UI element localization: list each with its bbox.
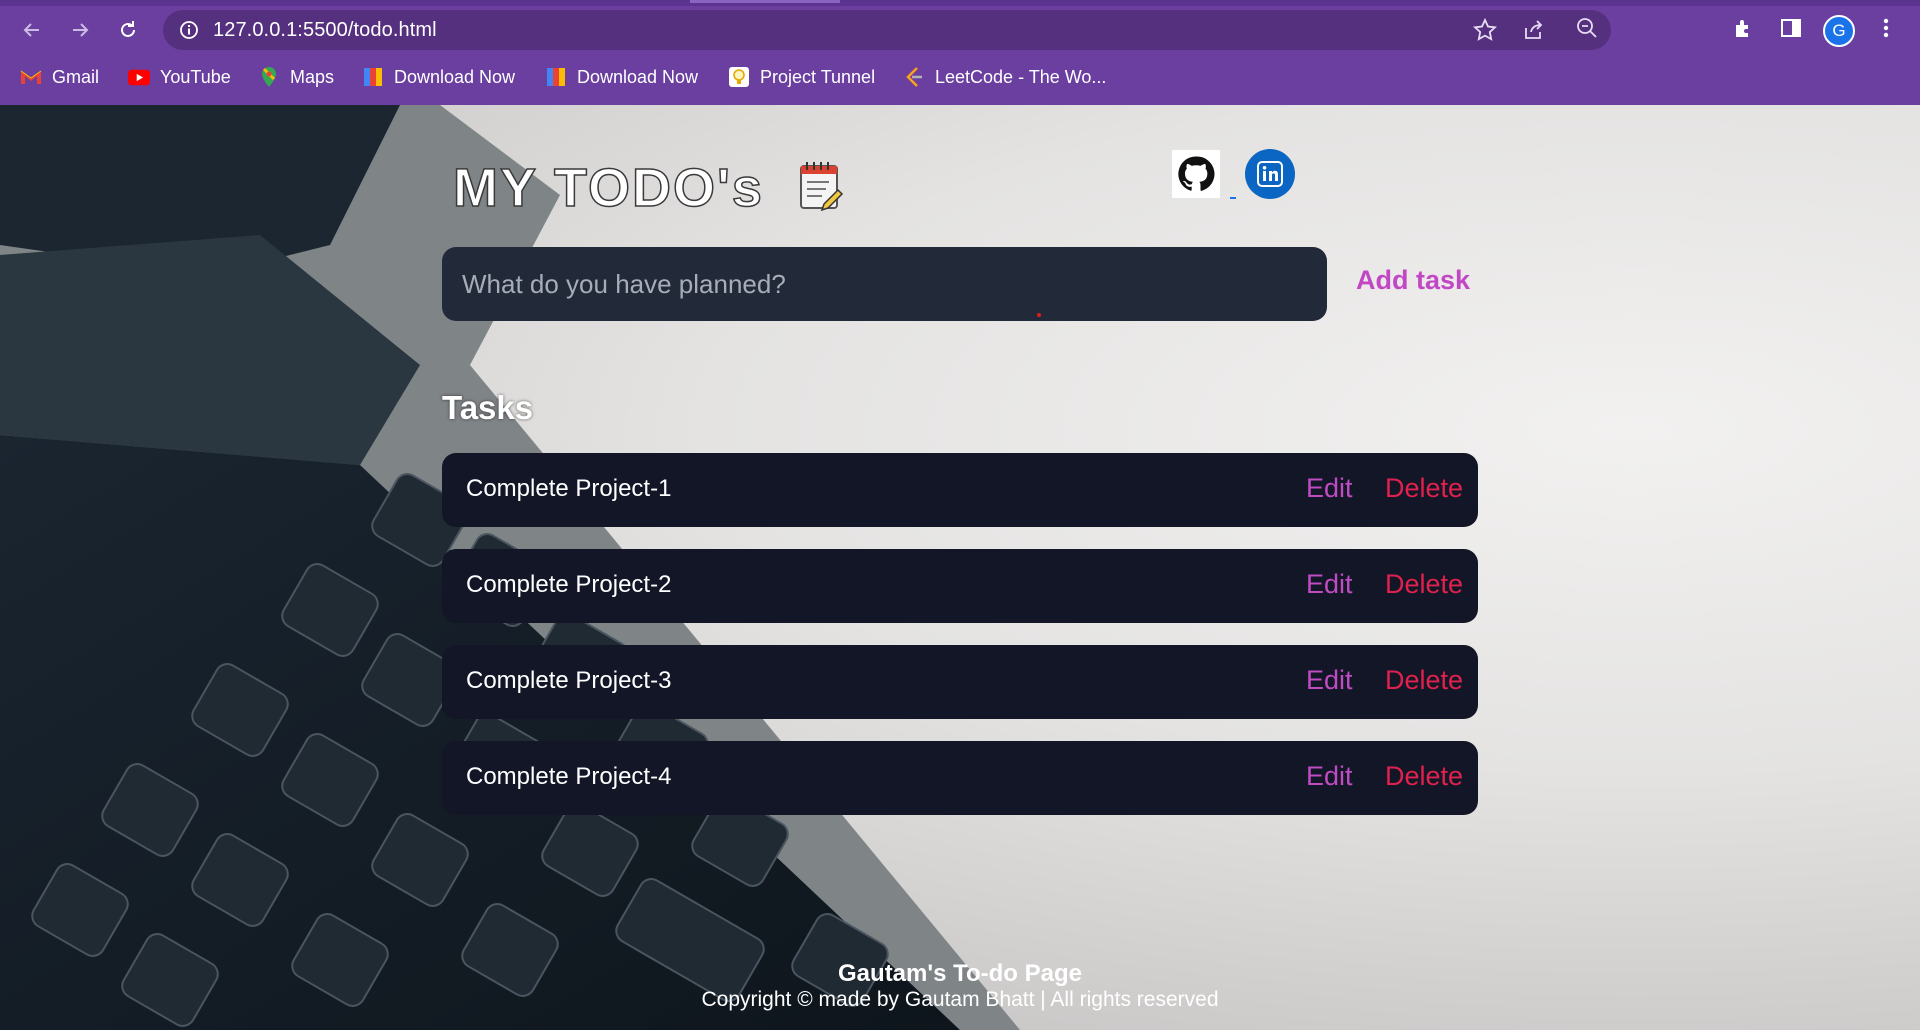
- bookmark-download-now-2[interactable]: Download Now: [545, 64, 698, 90]
- bookmark-leetcode[interactable]: LeetCode - The Wo...: [903, 64, 1106, 90]
- page-title: MY TODO's: [452, 157, 764, 219]
- bookmark-gmail[interactable]: Gmail: [20, 64, 99, 90]
- download-icon: [545, 66, 567, 88]
- url-text: 127.0.0.1:5500/todo.html: [213, 19, 437, 41]
- bookmark-label: Project Tunnel: [760, 66, 876, 87]
- reload-button[interactable]: [112, 14, 144, 46]
- edit-task-button[interactable]: Edit: [1306, 665, 1353, 696]
- bookmark-label: Download Now: [577, 66, 699, 87]
- back-arrow-icon: [23, 23, 39, 37]
- task-item: Complete Project-1 Edit Delete: [442, 453, 1478, 527]
- address-bar[interactable]: 127.0.0.1:5500/todo.html: [163, 10, 1611, 50]
- task-text: Complete Project-4: [466, 763, 672, 790]
- youtube-icon: [128, 66, 150, 88]
- forward-arrow-icon: [73, 23, 89, 37]
- tasks-heading: Tasks: [442, 389, 534, 426]
- task-item: Complete Project-3 Edit Delete: [442, 645, 1478, 719]
- github-icon: [1178, 156, 1215, 191]
- new-task-input[interactable]: [442, 247, 1327, 321]
- delete-task-button[interactable]: Delete: [1385, 665, 1463, 696]
- delete-task-button[interactable]: Delete: [1385, 473, 1463, 504]
- bookmarks-bar: Gmail YouTube Maps Download Now Download…: [0, 58, 1920, 96]
- reload-icon: [121, 21, 135, 37]
- cursor-dot: [1037, 313, 1041, 317]
- bookmark-label: Maps: [290, 66, 335, 87]
- navigation-bar: 127.0.0.1:5500/todo.html G: [0, 8, 1920, 52]
- add-task-button[interactable]: Add task: [1356, 265, 1470, 296]
- forward-button[interactable]: [64, 14, 96, 46]
- gmail-icon: [20, 66, 42, 88]
- side-panel-icon[interactable]: [1779, 16, 1803, 40]
- linkedin-link[interactable]: [1245, 149, 1295, 199]
- github-link[interactable]: [1172, 150, 1220, 198]
- task-text: Complete Project-3: [466, 667, 672, 694]
- task-text: Complete Project-2: [466, 571, 672, 598]
- footer-copyright: Copyright © made by Gautam Bhatt | All r…: [701, 988, 1219, 1011]
- bookmark-label: Download Now: [394, 66, 516, 87]
- todo-page: MY TODO's Add task Tasks Complete Projec…: [0, 105, 1920, 1030]
- footer-title: Gautam's To-do Page: [838, 960, 1082, 987]
- tab-strip: [0, 0, 1920, 6]
- maps-icon: [258, 66, 280, 88]
- back-button[interactable]: [16, 14, 48, 46]
- content: MY TODO's Add task Tasks Complete Projec…: [0, 105, 1920, 1030]
- bookmark-star-icon[interactable]: [1473, 18, 1497, 42]
- browser-chrome: 127.0.0.1:5500/todo.html G Gmail YouTube…: [0, 0, 1920, 105]
- bookmark-download-now-1[interactable]: Download Now: [362, 64, 515, 90]
- menu-kebab-icon[interactable]: [1876, 16, 1896, 40]
- edit-task-button[interactable]: Edit: [1306, 761, 1353, 792]
- bookmark-maps[interactable]: Maps: [258, 64, 334, 90]
- bookmark-label: YouTube: [160, 66, 231, 87]
- download-icon: [362, 66, 384, 88]
- edit-task-button[interactable]: Edit: [1306, 473, 1353, 504]
- bookmark-project-tunnel[interactable]: Project Tunnel: [728, 64, 875, 90]
- bookmark-label: Gmail: [52, 66, 100, 87]
- bookmark-label: LeetCode - The Wo...: [935, 66, 1107, 87]
- delete-task-button[interactable]: Delete: [1385, 569, 1463, 600]
- edit-task-button[interactable]: Edit: [1306, 569, 1353, 600]
- notepad-icon: [800, 162, 844, 212]
- leetcode-icon: [903, 66, 925, 88]
- task-item: Complete Project-2 Edit Delete: [442, 549, 1478, 623]
- task-text: Complete Project-1: [466, 475, 672, 502]
- linkedin-icon: [1257, 161, 1283, 187]
- zoom-out-icon[interactable]: [1575, 16, 1599, 40]
- link-underline: [1230, 197, 1236, 199]
- bulb-icon: [728, 66, 750, 88]
- bookmark-youtube[interactable]: YouTube: [128, 64, 231, 90]
- site-info-icon[interactable]: [179, 20, 199, 40]
- share-icon[interactable]: [1523, 19, 1545, 41]
- profile-avatar[interactable]: G: [1823, 15, 1855, 47]
- active-tab-indicator: [690, 0, 840, 3]
- extensions-icon[interactable]: [1732, 16, 1756, 40]
- delete-task-button[interactable]: Delete: [1385, 761, 1463, 792]
- task-item: Complete Project-4 Edit Delete: [442, 741, 1478, 815]
